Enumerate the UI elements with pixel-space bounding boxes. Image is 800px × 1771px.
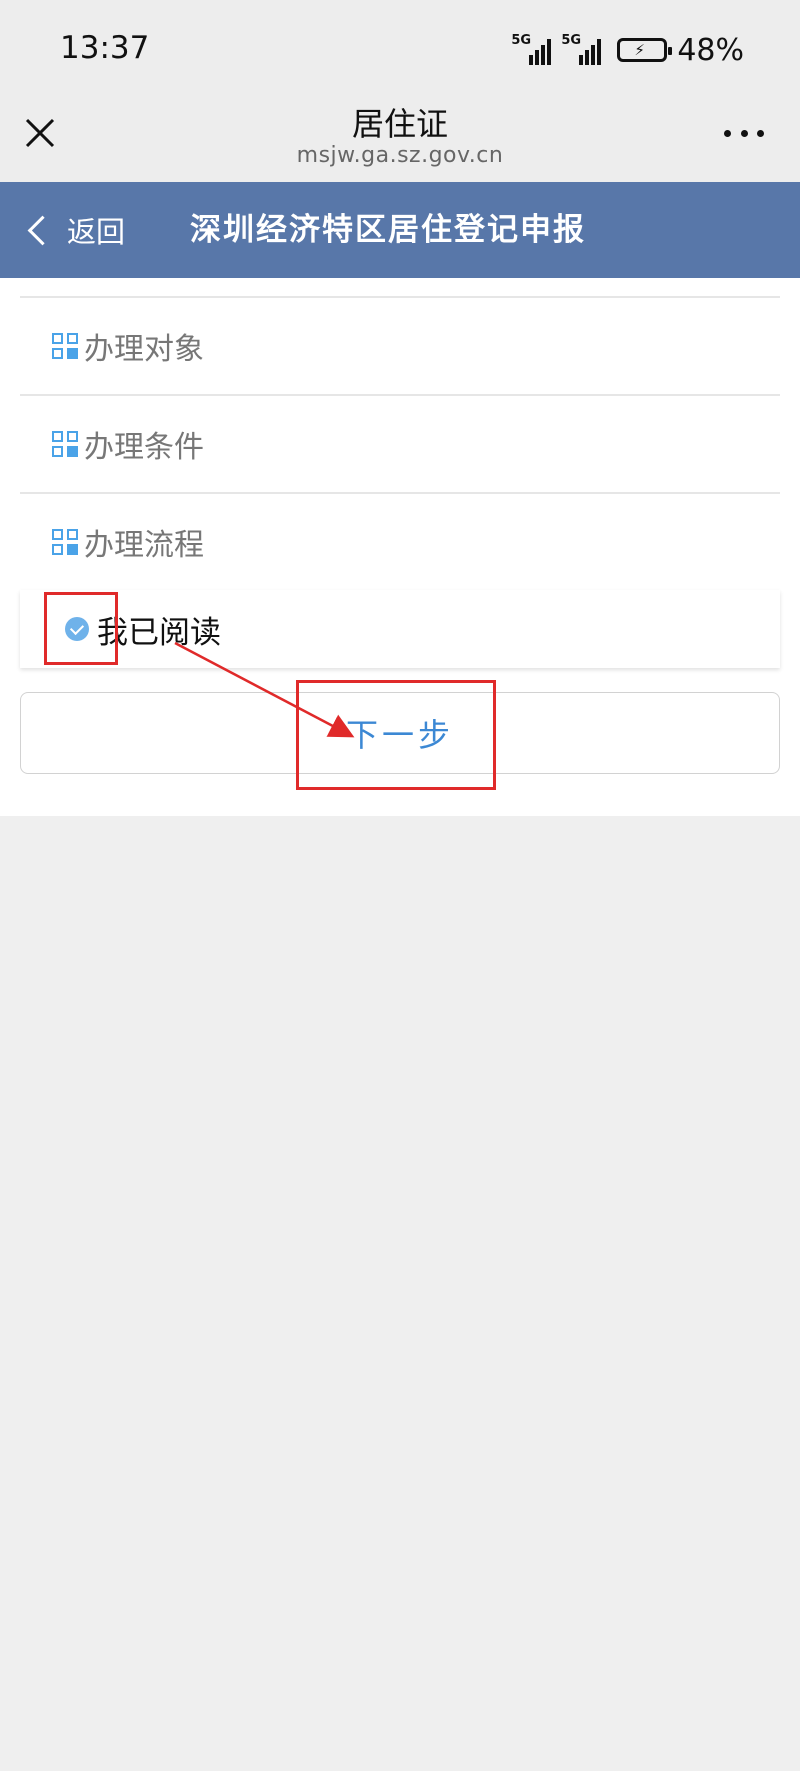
page-url: msjw.ga.sz.gov.cn [296, 143, 504, 168]
grid-icon [52, 333, 78, 359]
browser-title-bar: 居住证 msjw.ga.sz.gov.cn [0, 95, 800, 182]
back-button[interactable]: 返回 [24, 182, 125, 278]
section-item-handling-target[interactable]: 办理对象 [20, 298, 780, 394]
battery-icon: ⚡ [617, 38, 673, 62]
status-time: 13:37 [60, 30, 150, 66]
section-label: 办理对象 [84, 332, 204, 367]
page-title: 居住证 [351, 105, 448, 143]
status-icons: 5G 5G ⚡ 48% [511, 30, 744, 70]
annotation-highlight-box [296, 680, 496, 790]
signal-icon: 5G [511, 33, 552, 65]
section-label: 办理条件 [84, 430, 204, 465]
battery-percent: 48% [677, 32, 744, 68]
section-item-handling-conditions[interactable]: 办理条件 [20, 396, 780, 492]
grid-icon [52, 431, 78, 457]
grid-icon [52, 529, 78, 555]
network-type-label: 5G [511, 33, 532, 48]
app-header: 返回 深圳经济特区居住登记申报 [0, 182, 800, 278]
back-label: 返回 [67, 215, 126, 249]
status-bar: 13:37 5G 5G ⚡ 48% [0, 0, 800, 95]
signal-icon: 5G [561, 33, 602, 65]
section-label: 办理流程 [84, 528, 204, 563]
chevron-left-icon [27, 215, 58, 245]
network-type-label: 5G [561, 33, 582, 48]
annotation-highlight-box [44, 592, 118, 665]
section-item-handling-process[interactable]: 办理流程 [20, 494, 780, 590]
more-options-icon[interactable] [724, 123, 764, 143]
agreement-checkbox-row[interactable]: 我已阅读 [20, 590, 780, 668]
header-title: 深圳经济特区居住登记申报 [190, 212, 586, 248]
